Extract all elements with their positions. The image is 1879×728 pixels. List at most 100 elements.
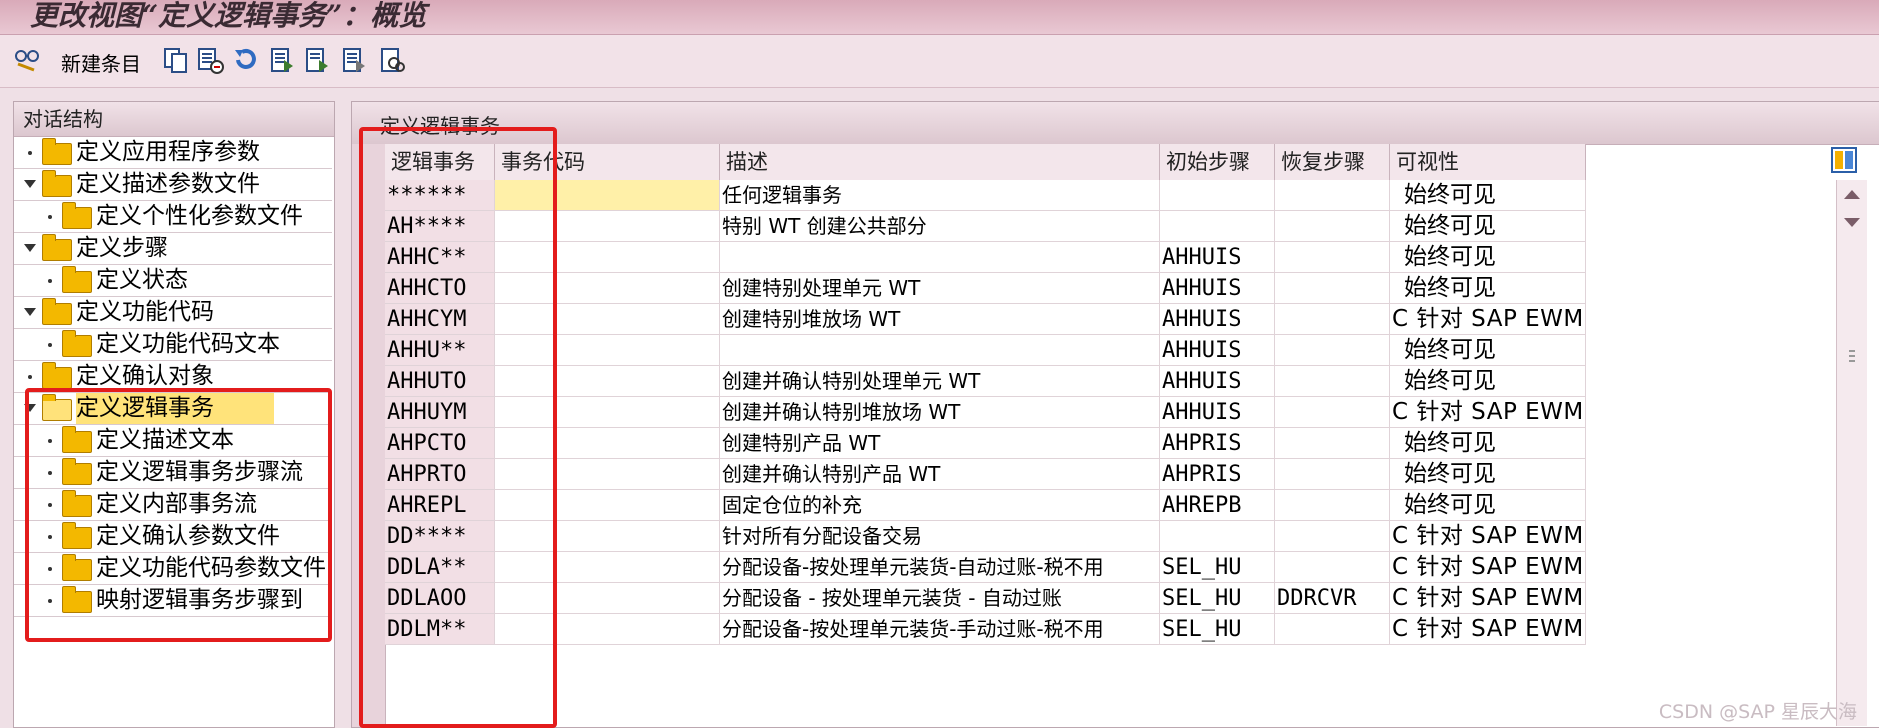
tree-node[interactable]: 定义状态 [14,265,332,297]
cell-description: 分配设备-按处理单元装货-自动过账-税不用 [720,552,1160,583]
toolbar: 新建条目 [0,35,1879,88]
column-config-icon[interactable] [1831,147,1857,173]
deselect-icon[interactable] [340,46,368,74]
cell-recovery-step [1275,397,1390,428]
cell-visibility: 始终可见 [1390,211,1586,242]
title-bar: 更改视图“定义逻辑事务”：概览 [0,0,1879,35]
cell-recovery-step [1275,614,1390,645]
cell-description [720,335,1160,366]
cell-recovery-step [1275,459,1390,490]
cell-visibility: C 针对 SAP EWM 和 [1390,397,1586,428]
cell-recovery-step [1275,211,1390,242]
col-recovery-step[interactable]: 恢复步骤 [1275,144,1390,180]
cell-recovery-step [1275,242,1390,273]
window-title: 更改视图“定义逻辑事务”：概览 [30,0,427,32]
cell-visibility: 始终可见 [1390,366,1586,397]
cell-visibility: C 针对 SAP EWM 和 [1390,614,1586,645]
cell-recovery-step [1275,490,1390,521]
expand-triangle-icon[interactable] [24,180,36,188]
cell-description [720,242,1160,273]
cell-description: 创建并确认特别堆放场 WT [720,397,1160,428]
tree-bullet-icon [28,151,32,155]
tree-node-label: 定义步骤 [76,235,168,261]
table-title-bar: 定义逻辑事务 [352,102,1879,145]
delete-icon[interactable] [196,46,224,74]
cell-description: 创建特别处理单元 WT [720,273,1160,304]
cell-initial-step: SEL_HU [1160,583,1275,614]
cell-visibility: C 针对 SAP EWM 和 [1390,304,1586,335]
tree-node[interactable]: 定义个性化参数文件 [14,201,332,233]
tree-node[interactable]: 定义描述参数文件 [14,169,332,201]
highlight-box-tree [25,388,332,642]
cell-visibility: 始终可见 [1390,335,1586,366]
expand-triangle-icon[interactable] [24,308,36,316]
cell-recovery-step [1275,273,1390,304]
cell-visibility: 始终可见 [1390,242,1586,273]
scroll-grip-icon[interactable] [1849,350,1855,352]
tree-node[interactable]: 定义功能代码文本 [14,329,332,361]
cell-initial-step: AHHUIS [1160,273,1275,304]
cell-description: 分配设备-按处理单元装货-手动过账-税不用 [720,614,1160,645]
select-all-icon[interactable] [268,46,296,74]
glasses-icon[interactable] [14,46,42,74]
cell-initial-step: AHHUIS [1160,397,1275,428]
cell-initial-step [1160,180,1275,211]
tree-node-label: 定义功能代码文本 [96,331,280,357]
scroll-up-icon[interactable] [1844,190,1860,199]
cell-initial-step: AHHUIS [1160,304,1275,335]
cell-recovery-step [1275,366,1390,397]
cell-recovery-step [1275,521,1390,552]
tree-node-label: 定义描述参数文件 [76,171,260,197]
tree-node[interactable]: 定义功能代码 [14,297,332,329]
cell-description: 固定仓位的补充 [720,490,1160,521]
cell-initial-step: AHHUIS [1160,242,1275,273]
cell-description: 创建特别堆放场 WT [720,304,1160,335]
expand-triangle-icon[interactable] [24,244,36,252]
details-icon[interactable] [378,46,406,74]
undo-icon[interactable] [232,46,260,74]
cell-description: 分配设备 - 按处理单元装货 - 自动过账 [720,583,1160,614]
tree-node-label: 定义状态 [96,267,188,293]
copy-icon[interactable] [162,46,190,74]
watermark: CSDN @SAP 星辰大海 [1658,701,1857,723]
cell-recovery-step [1275,180,1390,211]
tree-node[interactable]: 定义步骤 [14,233,332,265]
cell-visibility: 始终可见 [1390,490,1586,521]
tree-node-label: 定义功能代码 [76,299,214,325]
folder-icon [42,138,72,165]
vertical-scrollbar[interactable] [1836,180,1867,726]
cell-recovery-step [1275,552,1390,583]
cell-description: 创建特别产品 WT [720,428,1160,459]
folder-icon [42,234,72,261]
cell-description: 创建并确认特别产品 WT [720,459,1160,490]
select-block-icon[interactable] [303,46,331,74]
cell-visibility: C 针对 SAP EWM 和 [1390,552,1586,583]
cell-description: 创建并确认特别处理单元 WT [720,366,1160,397]
tree-bullet-icon [48,343,52,347]
col-description[interactable]: 描述 [720,144,1160,180]
tree-node-label: 定义应用程序参数 [76,139,260,165]
col-visibility[interactable]: 可视性 [1390,144,1586,180]
scroll-down-icon[interactable] [1844,218,1860,227]
table-panel: 定义逻辑事务 逻辑事务 事务代码 描述 初始步骤 恢复步骤 可视性 ****** 任何逻辑事… [351,101,1879,728]
cell-visibility: 始终可见 [1390,273,1586,304]
cell-description: 特别 WT 创建公共部分 [720,211,1160,242]
col-initial-step[interactable]: 初始步骤 [1160,144,1275,180]
tree-node[interactable]: 定义应用程序参数 [14,137,332,169]
folder-icon [42,362,72,389]
cell-initial-step: AHPRIS [1160,428,1275,459]
cell-description: 任何逻辑事务 [720,180,1160,211]
cell-initial-step [1160,211,1275,242]
cell-recovery-step [1275,335,1390,366]
cell-visibility: C 针对 SAP EWM 和 [1390,521,1586,552]
folder-icon [62,202,92,229]
cell-visibility: 始终可见 [1390,180,1586,211]
cell-initial-step: AHREPB [1160,490,1275,521]
cell-visibility: 始终可见 [1390,428,1586,459]
cell-visibility: 始终可见 [1390,459,1586,490]
cell-initial-step: SEL_HU [1160,552,1275,583]
folder-icon [42,298,72,325]
new-entries-button[interactable]: 新建条目 [61,48,141,77]
cell-visibility: C 针对 SAP EWM 和 [1390,583,1586,614]
folder-icon [62,330,92,357]
